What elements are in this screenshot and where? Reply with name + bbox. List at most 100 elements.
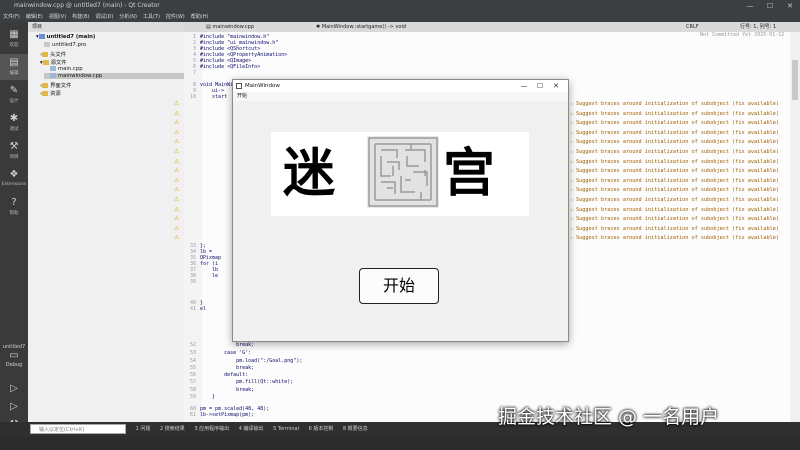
warning-icon: ⚠: [570, 101, 574, 107]
app-minimize-button[interactable]: —: [517, 80, 531, 92]
gutter-warning-icon[interactable]: ⚠: [174, 139, 180, 145]
warning-text: Suggest braces around initialization of …: [576, 149, 780, 155]
warning-annotation[interactable]: ⚠ Suggest braces around initialization of…: [570, 226, 779, 232]
warning-annotation[interactable]: ⚠ Suggest braces around initialization of…: [570, 130, 779, 136]
warning-annotation[interactable]: ⚠ Suggest braces around initialization of…: [570, 178, 779, 184]
warning-annotation[interactable]: ⚠ Suggest braces around initialization of…: [570, 149, 779, 155]
warning-annotation[interactable]: ⚠ Suggest braces around initialization of…: [570, 207, 779, 213]
app-main-window: MainWindow — ☐ ✕ 开始 迷 宫 开始: [232, 79, 569, 342]
mode-help[interactable]: ? 帮助: [0, 194, 28, 220]
code-line[interactable]: break;: [200, 342, 254, 348]
warning-annotation[interactable]: ⚠ Suggest braces around initialization of…: [570, 111, 779, 117]
tab-terminal[interactable]: 5 Terminal: [269, 422, 303, 436]
app-title: MainWindow: [245, 83, 280, 89]
mode-debug[interactable]: ✱ 调试: [0, 110, 28, 136]
tree-item-resources[interactable]: › 资源: [40, 89, 61, 97]
menu-debug[interactable]: 调试(D): [93, 12, 117, 22]
gutter-warning-icon[interactable]: ⚠: [174, 206, 180, 213]
tree-item-sources[interactable]: ▾ 源文件: [40, 58, 67, 66]
tree-item-project[interactable]: ▾ untitled7 (main): [36, 34, 95, 40]
tree-item-mainwindow-cpp[interactable]: mainwindow.cpp: [44, 73, 184, 79]
code-line[interactable]: }: [200, 394, 215, 400]
warning-annotation[interactable]: ⚠ Suggest braces around initialization of…: [570, 216, 779, 222]
code-line[interactable]: break;: [200, 365, 254, 371]
mode-bar: ▦ 欢迎 ▤ 编辑 ✎ 设计 ✱ 调试 ⚒ 项目 ❖ Extensions ? 帮助 unti…: [0, 22, 28, 450]
warning-annotation[interactable]: ⚠ Suggest braces around initialization of…: [570, 168, 779, 174]
code-line[interactable]: el: [200, 306, 206, 312]
gutter-warning-icon[interactable]: ⚠: [174, 235, 180, 241]
warning-annotation[interactable]: ⚠ Suggest braces around initialization of…: [570, 159, 779, 165]
line-number: 55: [189, 365, 196, 371]
gutter-warning-icon[interactable]: ⚠: [174, 129, 180, 136]
cursor-position: 行号: 1, 列号: 1: [740, 24, 777, 30]
menu-edit[interactable]: 编辑(E): [23, 12, 46, 22]
function-selector[interactable]: ✱ MainWindow::startgame() -> void: [316, 22, 406, 32]
menu-analyze[interactable]: 分析(N): [116, 12, 140, 22]
file-tab[interactable]: ▤ mainwindow.cpp: [206, 22, 254, 32]
gutter-warning-icon[interactable]: ⚠: [174, 120, 180, 126]
close-button[interactable]: ✕: [780, 0, 800, 12]
tree-item-main-cpp[interactable]: main.cpp: [50, 66, 83, 72]
code-line[interactable]: le: [200, 273, 218, 279]
gutter-warning-icon[interactable]: ⚠: [174, 187, 180, 193]
gutter-warning-icon[interactable]: ⚠: [174, 197, 180, 203]
app-close-button[interactable]: ✕: [549, 80, 563, 92]
menu-help[interactable]: 帮助(H): [188, 12, 212, 22]
code-line[interactable]: lb->setPixmap(pm);: [200, 412, 254, 418]
warning-annotation[interactable]: ⚠ Suggest braces around initialization of…: [570, 187, 779, 193]
gutter-warning-icon[interactable]: ⚠: [174, 216, 180, 222]
tab-general-messages[interactable]: 8 概要信息: [339, 422, 372, 436]
code-line[interactable]: default:: [200, 372, 248, 378]
mode-extensions[interactable]: ❖ Extensions: [0, 166, 28, 192]
code-line[interactable]: case 'G':: [200, 350, 251, 356]
tree-item-forms[interactable]: › 界面文件: [40, 81, 71, 89]
warning-annotation[interactable]: ⚠ Suggest braces around initialization of…: [570, 101, 779, 107]
warning-annotation[interactable]: ⚠ Suggest braces around initialization of…: [570, 235, 779, 241]
mode-welcome[interactable]: ▦ 欢迎: [0, 26, 28, 52]
app-menu-start[interactable]: 开始: [237, 93, 247, 99]
menu-tools[interactable]: 工具(T): [140, 12, 163, 22]
gutter-warning-icon[interactable]: ⚠: [174, 101, 180, 107]
mode-design[interactable]: ✎ 设计: [0, 82, 28, 108]
title-char-palace: 宫: [443, 144, 496, 204]
tree-item-headers[interactable]: › 头文件: [40, 50, 66, 58]
code-line[interactable]: #include <QFileInfo>: [200, 64, 260, 70]
warning-annotation[interactable]: ⚠ Suggest braces around initialization of…: [570, 120, 779, 126]
tab-app-output[interactable]: 3 应用程序输出: [190, 422, 233, 436]
run-button[interactable]: ▷: [0, 380, 28, 396]
line-number: 53: [189, 350, 196, 356]
code-line[interactable]: break;: [200, 387, 254, 393]
tab-version-control[interactable]: 6 版本控制: [305, 422, 338, 436]
menu-file[interactable]: 文件(F): [0, 12, 23, 22]
gutter-warning-icon[interactable]: ⚠: [174, 177, 180, 184]
code-line[interactable]: pm.load(":/Goal.png");: [200, 358, 302, 364]
warning-annotation[interactable]: ⚠ Suggest braces around initialization of…: [570, 197, 779, 203]
scrollbar-thumb[interactable]: [792, 60, 798, 100]
tree-item-pro-file[interactable]: untitled7.pro: [44, 42, 86, 48]
maximize-button[interactable]: ☐: [760, 0, 780, 12]
menu-controls[interactable]: 控件(W): [163, 12, 188, 22]
debug-run-button[interactable]: ▷: [0, 398, 28, 414]
gutter-warning-icon[interactable]: ⚠: [174, 110, 180, 117]
warning-annotation[interactable]: ⚠ Suggest braces around initialization of…: [570, 139, 779, 145]
app-maximize-button[interactable]: ☐: [533, 80, 547, 92]
locator-input[interactable]: 输入以定位(Ctrl+K): [30, 424, 126, 434]
menu-view[interactable]: 视图(V): [46, 12, 69, 22]
mode-edit[interactable]: ▤ 编辑: [0, 54, 28, 80]
minimize-button[interactable]: —: [740, 0, 760, 12]
line-ending[interactable]: CRLF: [686, 22, 699, 32]
gutter-warning-icon[interactable]: ⚠: [174, 149, 180, 155]
gutter-warning-icon[interactable]: ⚠: [174, 158, 180, 165]
folder-icon: [42, 83, 49, 88]
tab-compile-output[interactable]: 4 编译输出: [235, 422, 268, 436]
start-game-button[interactable]: 开始: [359, 268, 439, 304]
gutter-warning-icon[interactable]: ⚠: [174, 168, 180, 174]
tab-search-results[interactable]: 2 搜索结果: [156, 422, 189, 436]
gutter-warning-icon[interactable]: ⚠: [174, 225, 180, 232]
tab-issues[interactable]: 1 问题: [132, 422, 155, 436]
kit-selector[interactable]: untitled7 ▭ Debug: [0, 344, 28, 368]
menu-build[interactable]: 构建(B): [69, 12, 92, 22]
mode-projects[interactable]: ⚒ 项目: [0, 138, 28, 164]
code-line[interactable]: start: [200, 94, 227, 100]
code-line[interactable]: pm.fill(Qt::white);: [200, 379, 293, 385]
